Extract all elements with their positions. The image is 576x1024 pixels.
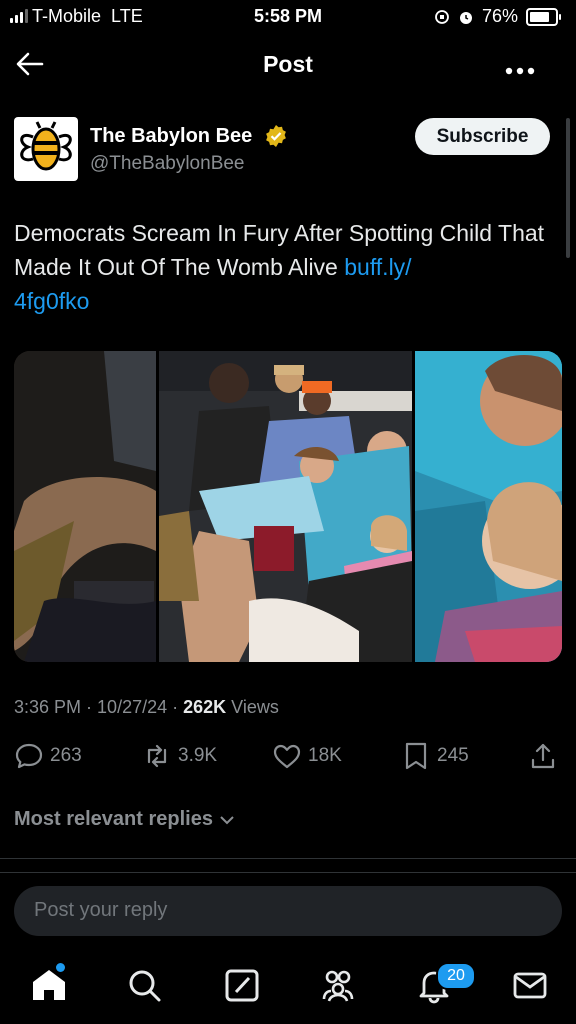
replies-sort-label: Most relevant replies [14, 808, 213, 830]
repost-icon [147, 744, 167, 768]
photo-3-image [415, 351, 562, 662]
media-photo-2[interactable] [159, 351, 412, 662]
post-timestamp: 3:36 PM · 10/27/24 · 262K Views [14, 697, 279, 717]
babylon-bee-logo-icon [20, 121, 72, 171]
subscribe-button[interactable]: Subscribe [415, 118, 550, 155]
media-photo-1[interactable] [14, 351, 156, 662]
photo-1-image [14, 351, 156, 662]
search-icon [129, 970, 161, 1002]
reply-placeholder: Post your reply [34, 899, 168, 921]
share-button[interactable] [528, 741, 558, 771]
author-avatar[interactable] [14, 117, 78, 181]
battery-percent: 76% [481, 6, 518, 26]
reply-button[interactable]: 263 [14, 741, 82, 771]
verified-badge-icon [266, 125, 286, 147]
heart-icon [273, 744, 301, 769]
share-icon [531, 743, 555, 769]
bookmark-icon [405, 742, 427, 770]
scrollbar[interactable] [566, 118, 570, 258]
alarm-icon [459, 11, 472, 24]
divider [0, 858, 576, 859]
post-media[interactable] [14, 351, 562, 662]
post-text: Democrats Scream In Fury After Spotting … [14, 216, 554, 318]
post-body: Democrats Scream In Fury After Spotting … [14, 220, 545, 280]
status-bar: T-Mobile LTE 5:58 PM 76% [0, 0, 576, 34]
action-bar: 263 3.9K 18K 245 [0, 741, 576, 781]
repost-button[interactable]: 3.9K [142, 741, 217, 771]
tab-messages[interactable] [510, 965, 550, 1005]
tab-search[interactable] [125, 965, 165, 1005]
like-button[interactable]: 18K [272, 741, 342, 771]
status-right: 76% [434, 6, 561, 27]
mail-icon [513, 972, 547, 999]
rotation-lock-icon [435, 9, 449, 24]
battery-icon [526, 7, 561, 26]
divider [0, 872, 576, 873]
tab-communities[interactable] [318, 965, 358, 1005]
page-title: Post [263, 51, 313, 77]
communities-icon [322, 970, 354, 1002]
author-name[interactable]: The Babylon Bee [90, 125, 252, 148]
bookmark-button[interactable]: 245 [401, 741, 469, 771]
author-handle[interactable]: @TheBabylonBee [90, 153, 245, 175]
replies-sort-button[interactable]: Most relevant replies [14, 808, 237, 831]
tab-grok[interactable] [222, 965, 262, 1005]
notification-badge: 20 [436, 962, 476, 990]
photo-2-image [159, 351, 412, 662]
more-icon [505, 67, 535, 75]
home-notification-dot [56, 963, 65, 972]
grok-icon [225, 969, 259, 1002]
media-photo-3[interactable] [415, 351, 562, 662]
more-options-button[interactable] [504, 56, 536, 82]
chevron-down-icon [220, 815, 234, 824]
reply-icon [15, 743, 43, 769]
